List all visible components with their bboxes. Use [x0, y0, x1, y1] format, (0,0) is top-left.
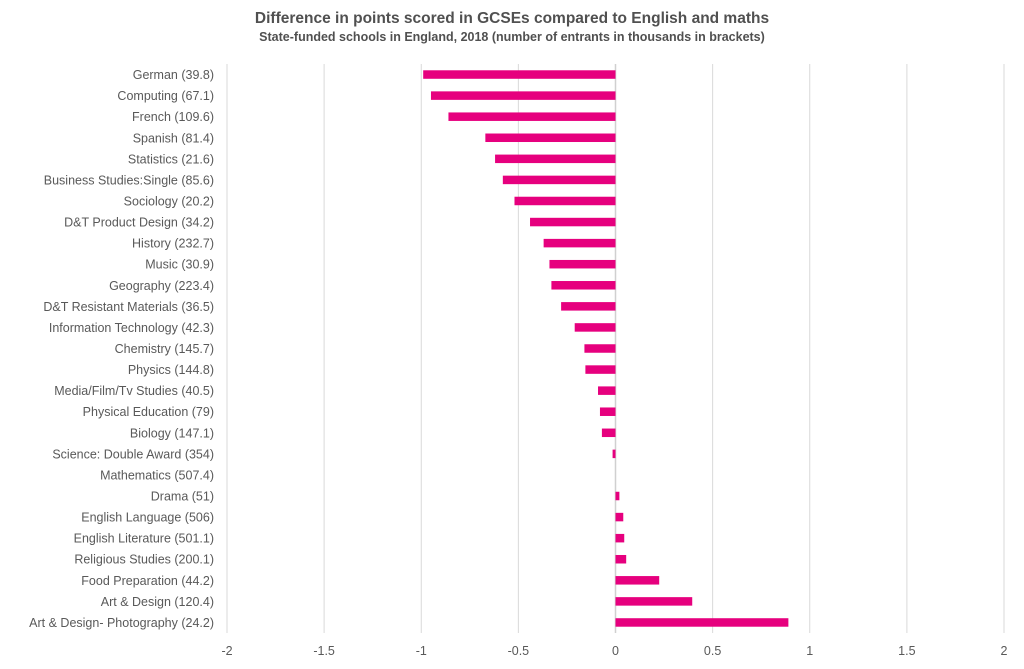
- x-tick-label: 1: [806, 644, 813, 658]
- bar: [430, 91, 616, 100]
- category-label: Chemistry (145.7): [115, 342, 214, 356]
- bar: [543, 238, 616, 248]
- category-label: Drama (51): [151, 490, 214, 504]
- category-label: Religious Studies (200.1): [74, 553, 214, 567]
- category-label: Art & Design (120.4): [101, 595, 214, 609]
- bar: [549, 259, 616, 269]
- bar: [615, 554, 627, 564]
- category-label: D&T Product Design (34.2): [64, 216, 214, 230]
- bar: [561, 302, 616, 311]
- bar: [615, 533, 625, 543]
- category-label: English Literature (501.1): [74, 532, 214, 546]
- category-label: Sociology (20.2): [124, 194, 214, 208]
- bar: [599, 407, 616, 416]
- bar: [601, 428, 616, 438]
- x-tick-label: 0: [612, 644, 619, 658]
- x-tick-label: -2: [221, 644, 232, 658]
- bar: [585, 365, 616, 374]
- category-label: Computing (67.1): [117, 89, 214, 103]
- category-label: French (109.6): [132, 110, 214, 124]
- category-label: Geography (223.4): [109, 279, 214, 293]
- category-label: Science: Double Award (354): [52, 447, 214, 461]
- bar: [615, 512, 624, 522]
- bar: [584, 344, 616, 353]
- bars: [423, 70, 789, 627]
- bar: [574, 323, 616, 332]
- bar: [514, 196, 616, 206]
- category-label: Statistics (21.6): [128, 152, 214, 166]
- category-label: Media/Film/Tv Studies (40.5): [54, 384, 214, 398]
- bar: [448, 112, 616, 121]
- x-tick-label: 0.5: [704, 644, 721, 658]
- category-label: Mathematics (507.4): [100, 468, 214, 482]
- x-tick-labels: -2 -1.5 -1 -0.5 0 0.5 1 1.5 2: [221, 644, 1007, 658]
- category-label: Music (30.9): [145, 258, 214, 272]
- category-label: Biology (147.1): [130, 426, 214, 440]
- bar: [612, 449, 616, 459]
- bar: [615, 576, 660, 585]
- bar: [502, 175, 616, 185]
- category-label: Food Preparation (44.2): [81, 574, 214, 588]
- bar: [598, 386, 616, 395]
- category-label: Information Technology (42.3): [49, 321, 214, 335]
- x-tick-label: -1.5: [313, 644, 335, 658]
- bar: [615, 491, 620, 501]
- bar: [615, 597, 693, 606]
- x-tick-label: -0.5: [508, 644, 530, 658]
- x-tick-label: 2: [1001, 644, 1008, 658]
- x-tick-label: -1: [416, 644, 427, 658]
- x-tick-label: 1.5: [898, 644, 915, 658]
- category-label: Spanish (81.4): [133, 131, 214, 145]
- bar-chart: German (39.8) Computing (67.1) French (109…: [29, 64, 1008, 658]
- category-label: D&T Resistant Materials (36.5): [43, 300, 214, 314]
- bar: [485, 133, 616, 143]
- category-label: German (39.8): [133, 68, 214, 82]
- bar: [615, 618, 789, 627]
- bar: [495, 154, 616, 164]
- category-label: English Language (506): [81, 511, 214, 525]
- category-label: Physical Education (79): [83, 405, 214, 419]
- category-label: History (232.7): [132, 237, 214, 251]
- bar: [423, 70, 616, 79]
- category-label: Art & Design- Photography (24.2): [29, 616, 214, 630]
- bar: [530, 217, 616, 227]
- category-label: Physics (144.8): [128, 363, 214, 377]
- category-labels: German (39.8) Computing (67.1) French (109…: [29, 68, 214, 630]
- category-label: Business Studies:Single (85.6): [44, 173, 214, 187]
- bar: [551, 281, 616, 290]
